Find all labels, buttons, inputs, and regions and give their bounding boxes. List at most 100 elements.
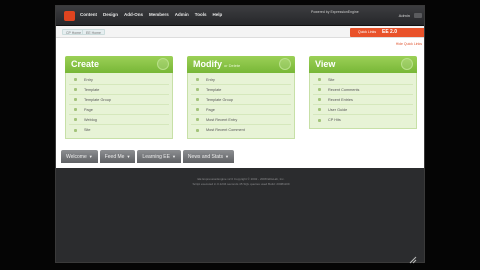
- view-item-label: User Guide: [328, 107, 348, 112]
- bullet-icon: [196, 128, 199, 132]
- list-item[interactable]: Site: [313, 75, 413, 85]
- create-item-label: Site: [84, 128, 91, 132]
- footer: EE ExpressionEngine v2.0 Copyright © 200…: [56, 168, 424, 262]
- tab-news-and-stats[interactable]: News and Stats ▼: [182, 150, 234, 163]
- bullet-icon: [196, 78, 199, 81]
- bullet-icon: [74, 118, 77, 121]
- create-item-label: Weblog: [84, 117, 97, 122]
- tab-label: Learning EE: [142, 154, 170, 160]
- bullet-icon: [74, 98, 77, 101]
- view-item-label: CP Hits: [328, 118, 341, 122]
- bullet-icon: [74, 108, 77, 111]
- bullet-icon: [318, 108, 321, 111]
- create-item-label: Entry: [84, 77, 93, 82]
- modify-header: Modify or Delete: [187, 56, 295, 73]
- footer-copyright: EE ExpressionEngine v2.0 Copyright © 200…: [197, 177, 285, 181]
- list-item[interactable]: Entry: [69, 75, 169, 85]
- nav-help[interactable]: Help: [212, 12, 222, 17]
- footer-stats: Script executed in 0.1234 seconds 45 SQL…: [192, 182, 290, 186]
- chevron-down-icon: ▼: [126, 154, 131, 159]
- username[interactable]: Admin: [399, 13, 410, 18]
- nav-addons[interactable]: Add-Ons: [124, 12, 143, 17]
- list-item[interactable]: Weblog: [69, 115, 169, 125]
- view-title: View: [315, 59, 336, 69]
- create-list: Entry Template Template Group Page Weblo…: [65, 73, 173, 139]
- create-title: Create: [71, 59, 100, 69]
- breadcrumb-ee-home[interactable]: EE Home: [82, 29, 105, 35]
- create-item-label: Page: [84, 107, 93, 112]
- bullet-icon: [196, 118, 199, 121]
- powered-by: Powered by ExpressionEngine: [311, 10, 359, 14]
- accessory-tabs: Welcome ▼ Feed Me ▼ Learning EE ▼ News and …: [61, 150, 234, 163]
- list-item[interactable]: Page: [69, 105, 169, 115]
- list-item[interactable]: Entry: [191, 75, 291, 85]
- bullet-icon: [74, 78, 77, 81]
- hide-panel-link[interactable]: Hide Quick Links: [396, 42, 422, 46]
- tab-label: Welcome: [66, 154, 87, 160]
- tab-feed-me[interactable]: Feed Me ▼: [99, 150, 136, 163]
- view-header: View: [309, 56, 417, 73]
- bullet-icon: [196, 108, 199, 111]
- bullet-icon: [196, 98, 199, 101]
- create-icon: [157, 58, 169, 70]
- tab-welcome[interactable]: Welcome ▼: [61, 150, 98, 163]
- chevron-down-icon: ▼: [88, 154, 93, 159]
- bullet-icon: [74, 128, 77, 132]
- modify-icon: [279, 58, 291, 70]
- chevron-down-icon: ▼: [224, 154, 229, 159]
- nav-design[interactable]: Design: [103, 12, 118, 17]
- list-item[interactable]: Template: [191, 85, 291, 95]
- bullet-icon: [318, 88, 321, 91]
- resize-grip-icon[interactable]: [409, 256, 417, 264]
- nav-tools[interactable]: Tools: [195, 12, 207, 17]
- list-item[interactable]: Recent Comments: [313, 85, 413, 95]
- create-item-label: Template: [84, 87, 100, 92]
- top-nav-bar: Content Design Add-Ons Members Admin Too…: [56, 6, 424, 26]
- create-item-label: Template Group: [84, 97, 112, 102]
- nav-admin[interactable]: Admin: [175, 12, 189, 17]
- bullet-icon: [318, 78, 321, 81]
- list-item[interactable]: Template: [69, 85, 169, 95]
- tab-label: News and Stats: [187, 154, 223, 160]
- nav-content[interactable]: Content: [80, 12, 97, 17]
- list-item[interactable]: Page: [191, 105, 291, 115]
- view-item-label: Recent Comments: [328, 87, 360, 92]
- user-menu: Admin: [399, 13, 422, 18]
- list-item[interactable]: Site: [69, 125, 169, 135]
- view-item-label: Site: [328, 77, 335, 82]
- modify-title: Modify or Delete: [193, 59, 240, 69]
- list-item[interactable]: Most Recent Comment: [191, 125, 291, 135]
- home-icon[interactable]: [64, 11, 75, 21]
- site-name[interactable]: EE 2.0: [382, 29, 397, 35]
- breadcrumb: CP Home EE Home Quick Links EE 2.0: [56, 26, 424, 38]
- list-item[interactable]: Template Group: [191, 95, 291, 105]
- main-nav: Content Design Add-Ons Members Admin Too…: [80, 12, 222, 17]
- modify-item-label: Template: [206, 87, 222, 92]
- view-item-label: Recent Entries: [328, 97, 353, 102]
- modify-column: Modify or Delete Entry Template Template …: [187, 56, 295, 139]
- modify-subtitle: or Delete: [224, 63, 241, 68]
- logout-icon[interactable]: [414, 13, 422, 18]
- tab-learning-ee[interactable]: Learning EE ▼: [137, 150, 181, 163]
- list-item[interactable]: Recent Entries: [313, 95, 413, 105]
- list-item[interactable]: CP Hits: [313, 115, 413, 125]
- bullet-icon: [318, 98, 321, 101]
- modify-item-label: Entry: [206, 77, 215, 82]
- list-item[interactable]: Template Group: [69, 95, 169, 105]
- control-panel-window: Content Design Add-Ons Members Admin Too…: [55, 5, 425, 263]
- modify-item-label: Most Recent Comment: [206, 128, 245, 132]
- quick-links-label: Quick Links: [358, 30, 377, 34]
- create-header: Create: [65, 56, 173, 73]
- modify-title-text: Modify: [193, 59, 222, 69]
- list-item[interactable]: User Guide: [313, 105, 413, 115]
- list-item[interactable]: Most Recent Entry: [191, 115, 291, 125]
- tab-label: Feed Me: [104, 154, 125, 160]
- chevron-down-icon: ▼: [171, 154, 176, 159]
- bullet-icon: [74, 88, 77, 91]
- modify-item-label: Template Group: [206, 97, 234, 102]
- bullet-icon: [196, 88, 199, 91]
- quick-links-bar[interactable]: Quick Links EE 2.0: [350, 28, 424, 37]
- nav-members[interactable]: Members: [149, 12, 169, 17]
- view-column: View Site Recent Comments Recent Entries…: [309, 56, 417, 129]
- view-list: Site Recent Comments Recent Entries User…: [309, 73, 417, 129]
